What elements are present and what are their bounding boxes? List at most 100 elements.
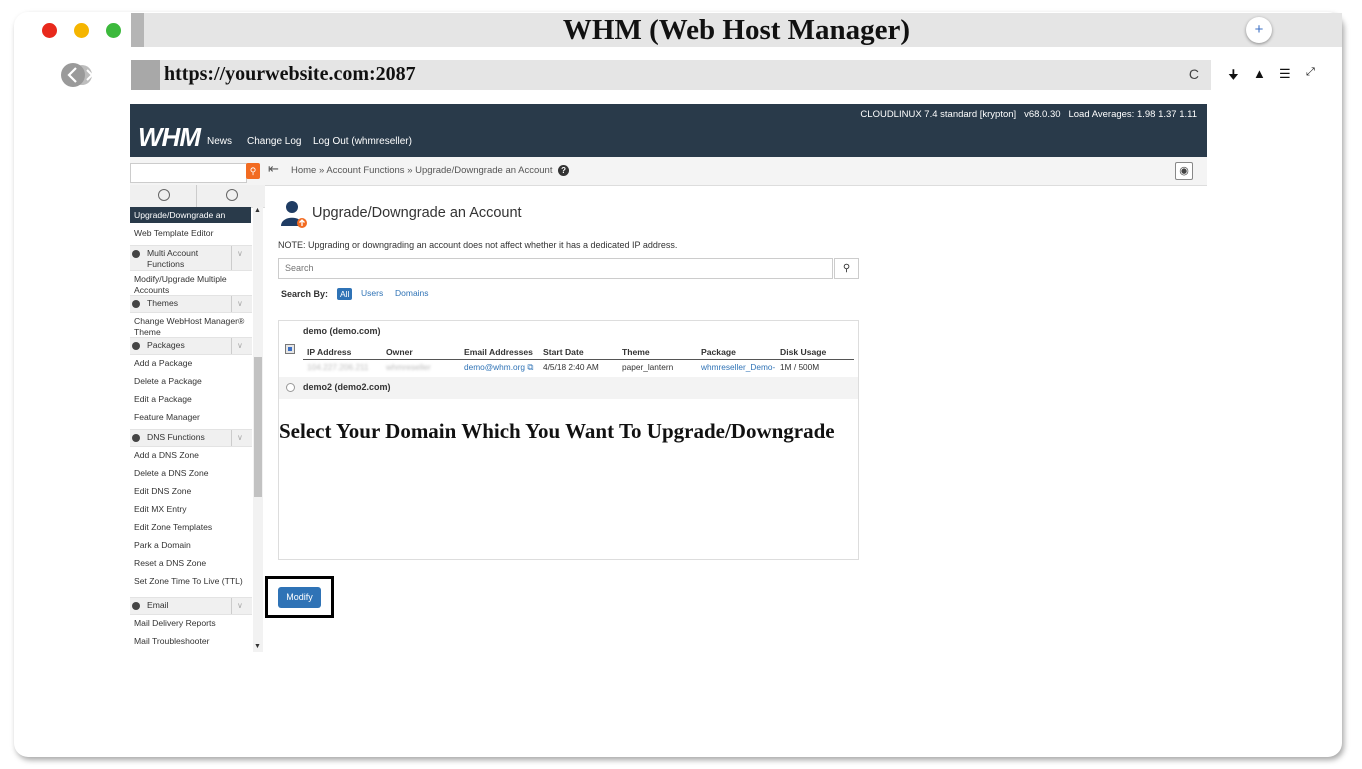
- sidebar-category-label: Multi Account Functions: [147, 248, 199, 269]
- support-icon[interactable]: ◉: [1175, 162, 1193, 180]
- external-link-icon[interactable]: ⧉: [527, 362, 533, 372]
- col-theme: Theme: [622, 347, 650, 357]
- sidebar-item[interactable]: Reset a DNS Zone: [134, 558, 250, 569]
- sidebar-category[interactable]: Multi Account Functions ∨: [130, 245, 252, 271]
- nav-log-out[interactable]: Log Out (whmreseller): [313, 136, 412, 147]
- sidebar-item[interactable]: Edit Zone Templates: [134, 522, 250, 533]
- search-by-label: Search By:: [281, 289, 329, 299]
- sidebar-scroll-thumb[interactable]: [254, 357, 262, 497]
- breadcrumb: Home » Account Functions » Upgrade/Downg…: [291, 165, 570, 177]
- close-window-dot[interactable]: [42, 23, 57, 38]
- breadcrumb-current: Upgrade/Downgrade an Account: [415, 165, 553, 177]
- account-heading[interactable]: demo (demo.com): [303, 326, 381, 336]
- reload-icon[interactable]: C: [1189, 66, 1199, 82]
- address-bar[interactable]: https://yourwebsite.com:2087 C: [131, 60, 1211, 90]
- scroll-down-icon[interactable]: ▼: [254, 643, 261, 650]
- breadcrumb-account-functions[interactable]: Account Functions: [326, 165, 404, 176]
- nav-news[interactable]: News: [207, 136, 232, 147]
- sidebar-item[interactable]: Delete a Package: [134, 376, 250, 387]
- col-package: Package: [701, 347, 736, 357]
- title-bar: WHM (Web Host Manager): [131, 13, 1342, 47]
- collapse-all-icon[interactable]: [158, 189, 170, 201]
- filter-users[interactable]: Users: [361, 288, 383, 298]
- menu-icon[interactable]: ☰: [1279, 66, 1291, 82]
- sidebar-item[interactable]: Delete a DNS Zone: [134, 468, 250, 479]
- chevron-down-icon[interactable]: ∨: [231, 296, 243, 312]
- filter-all[interactable]: All: [337, 288, 353, 300]
- col-ip-address: IP Address: [307, 347, 352, 357]
- sidebar-item[interactable]: Web Template Editor: [134, 228, 250, 239]
- sidebar-category[interactable]: DNS Functions ∨: [130, 429, 252, 447]
- search-button[interactable]: ⚲: [834, 258, 859, 279]
- help-icon[interactable]: ?: [558, 165, 570, 176]
- sidebar-item[interactable]: Mail Delivery Reports: [134, 618, 250, 629]
- col-email: Email Addresses: [464, 347, 533, 357]
- ip-note: NOTE: Upgrading or downgrading an accoun…: [278, 240, 678, 250]
- main-content: Upgrade/Downgrade an Account NOTE: Upgra…: [278, 185, 878, 652]
- sidebar-item[interactable]: Mail Troubleshooter: [134, 636, 250, 647]
- search-input[interactable]: [285, 263, 785, 273]
- new-tab-button[interactable]: +: [1246, 17, 1272, 43]
- nav-change-log[interactable]: Change Log: [247, 136, 302, 147]
- account-radio[interactable]: [286, 383, 295, 392]
- whm-logo[interactable]: WHM: [138, 122, 201, 153]
- modify-highlight: Modify: [265, 576, 334, 618]
- category-icon: [132, 342, 140, 350]
- page-title: Upgrade/Downgrade an Account: [312, 205, 522, 221]
- sidebar-category[interactable]: Packages ∨: [130, 337, 252, 355]
- sidebar-item[interactable]: Edit DNS Zone: [134, 486, 250, 497]
- account-radio-selected[interactable]: [285, 344, 295, 354]
- sidebar-category[interactable]: Themes ∨: [130, 295, 252, 313]
- window-title: WHM (Web Host Manager): [562, 14, 911, 46]
- account-row-demo2[interactable]: demo2 (demo2.com): [279, 377, 858, 399]
- breadcrumb-home[interactable]: Home: [291, 165, 316, 176]
- chevron-down-icon[interactable]: ∨: [231, 246, 243, 270]
- sidebar-item[interactable]: Set Zone Time To Live (TTL): [134, 576, 250, 587]
- cell-owner: whmreseller: [386, 362, 431, 372]
- url-text[interactable]: https://yourwebsite.com:2087: [164, 63, 416, 86]
- chevron-down-icon[interactable]: ∨: [231, 430, 243, 446]
- sidebar-item[interactable]: Add a DNS Zone: [134, 450, 250, 461]
- account-columns: IP Address Owner Email Addresses Start D…: [303, 347, 854, 360]
- sidebar-item[interactable]: Feature Manager: [134, 412, 250, 423]
- chevron-down-icon[interactable]: ∨: [231, 598, 243, 614]
- sidebar: Upgrade/Downgrade an Account ▲ ▼ Web Tem…: [130, 185, 265, 652]
- expand-icon[interactable]: ⤢: [1306, 66, 1315, 79]
- maximize-window-dot[interactable]: [106, 23, 121, 38]
- accounts-list: demo (demo.com) IP Address Owner Email A…: [278, 320, 859, 560]
- whm-app: WHM News Change Log Log Out (whmreseller…: [130, 104, 1207, 652]
- sidebar-category[interactable]: Email ∨: [130, 597, 252, 615]
- minimize-window-dot[interactable]: [74, 23, 89, 38]
- sidebar-search-input[interactable]: [130, 163, 247, 183]
- sidebar-item[interactable]: Edit MX Entry: [134, 504, 250, 515]
- cell-package[interactable]: whmreseller_Demo-2: [701, 362, 775, 372]
- user-upgrade-icon: [281, 201, 307, 228]
- expand-all-icon[interactable]: [226, 189, 238, 201]
- cell-email[interactable]: demo@whm.org ⧉: [464, 362, 533, 373]
- category-icon: [132, 434, 140, 442]
- scroll-up-icon[interactable]: ▲: [254, 207, 261, 214]
- filter-domains[interactable]: Domains: [395, 288, 429, 298]
- search-box[interactable]: [278, 258, 833, 279]
- modify-button[interactable]: Modify: [278, 587, 321, 608]
- collapse-menu-icon[interactable]: ⇤: [268, 161, 279, 177]
- sidebar-item[interactable]: Change WebHost Manager® Theme: [134, 316, 250, 338]
- home-icon[interactable]: ▲: [1253, 66, 1266, 81]
- cell-disk: 1M / 500M: [780, 362, 820, 372]
- col-owner: Owner: [386, 347, 413, 357]
- chevron-down-icon[interactable]: ∨: [231, 338, 243, 354]
- sidebar-item[interactable]: Edit a Package: [134, 394, 250, 405]
- search-icon[interactable]: ⚲: [246, 163, 260, 179]
- sidebar-item[interactable]: Park a Domain: [134, 540, 250, 551]
- account-heading-2[interactable]: demo2 (demo2.com): [303, 382, 391, 392]
- category-icon: [132, 300, 140, 308]
- sidebar-item[interactable]: Modify/Upgrade Multiple Accounts: [134, 274, 250, 296]
- cell-start-date: 4/5/18 2:40 AM: [543, 362, 599, 372]
- cell-theme: paper_lantern: [622, 362, 674, 372]
- sidebar-item-active[interactable]: Upgrade/Downgrade an Account: [130, 207, 251, 236]
- sidebar-toggle-row: [130, 185, 265, 208]
- back-forward-icon[interactable]: [60, 62, 104, 88]
- sidebar-item[interactable]: Add a Package: [134, 358, 250, 369]
- sidebar-category-label: Email: [147, 600, 169, 610]
- download-icon[interactable]: 🠋: [1228, 66, 1239, 88]
